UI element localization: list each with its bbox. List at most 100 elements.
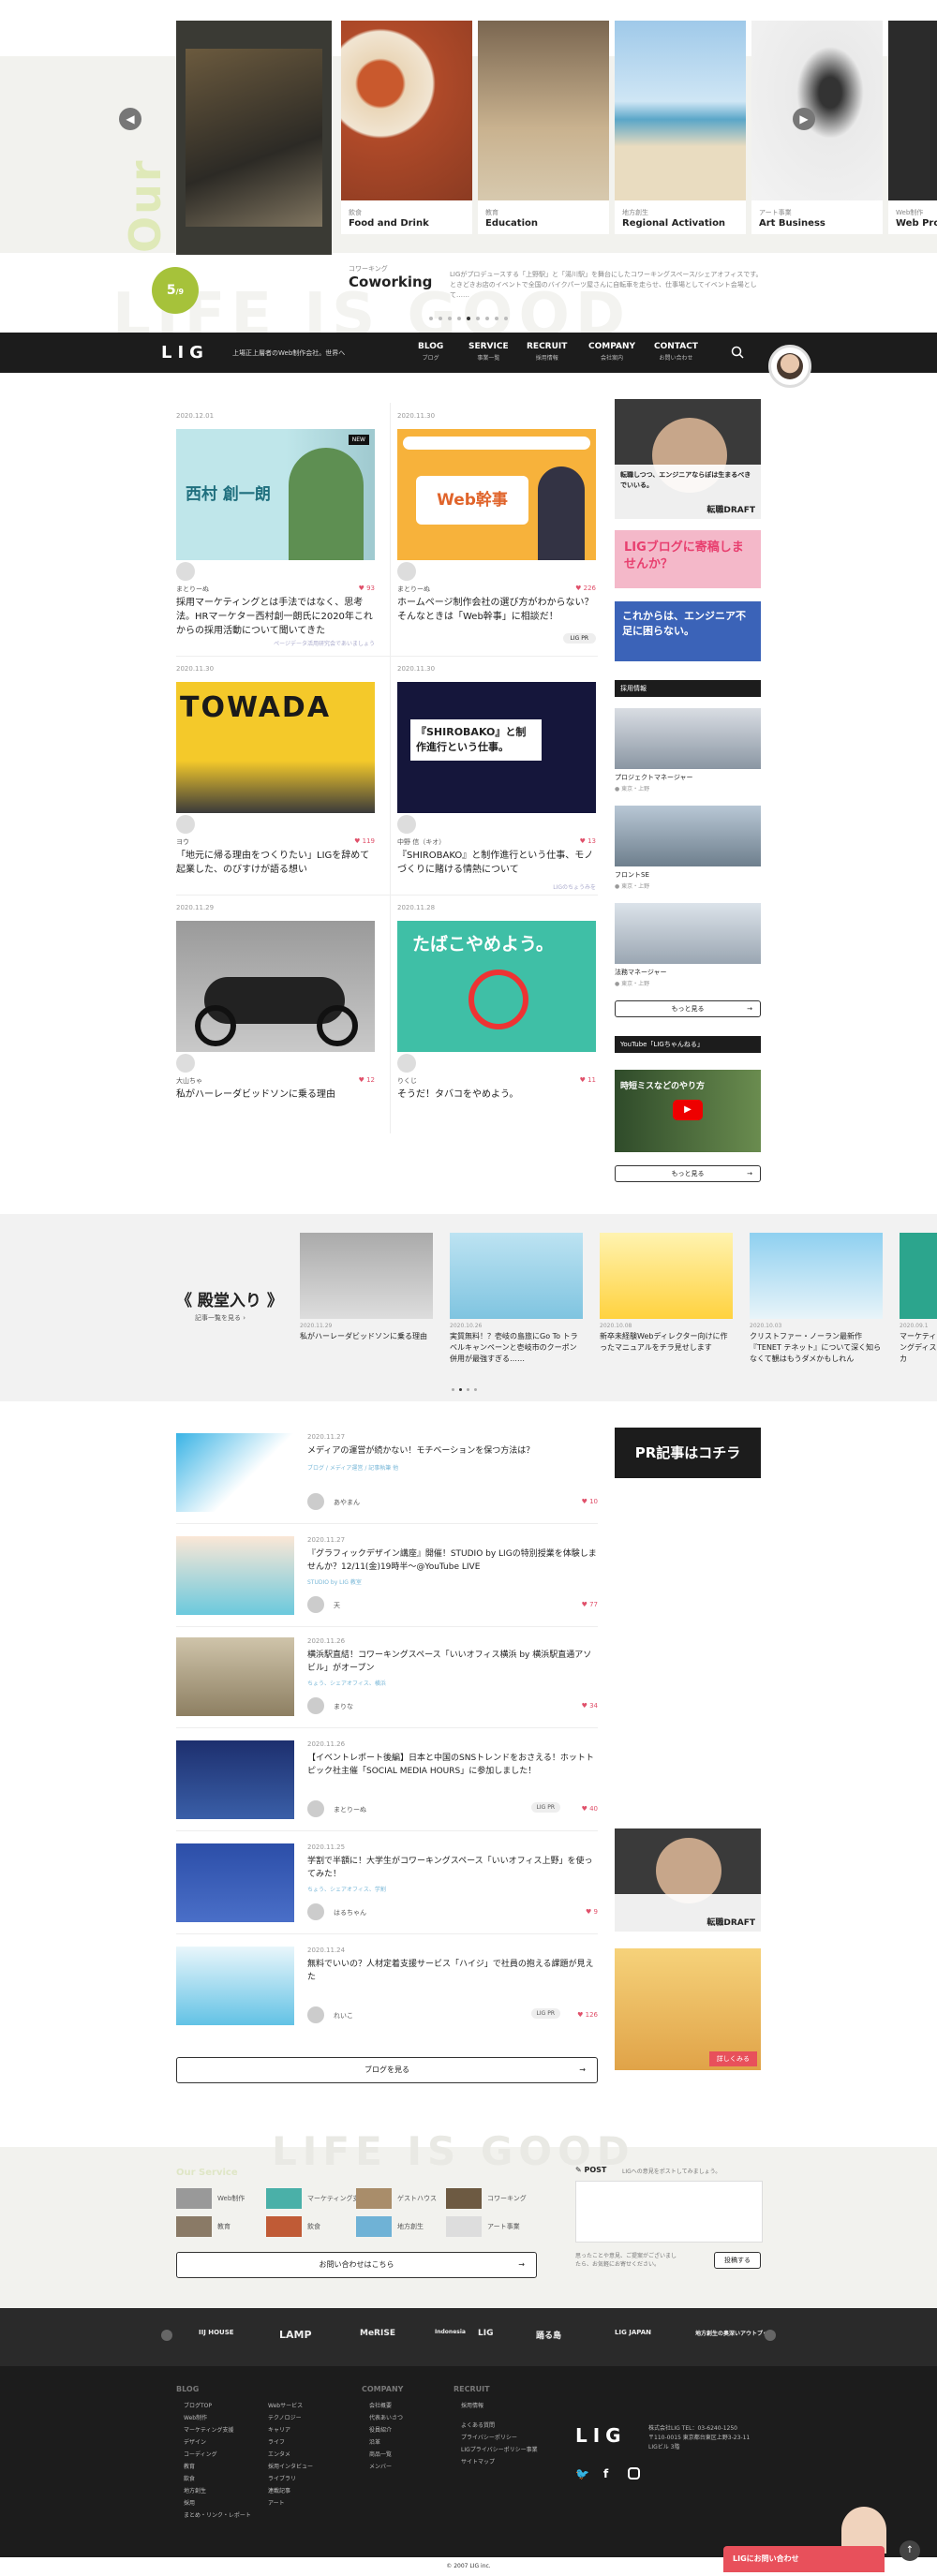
article-title[interactable]: そうだ！タバコをやめよう。 [397,1088,596,1102]
fame-card[interactable]: 2020.10.26 実質無料！？壱岐の島旅にGo To トラベルキャンペーンと壱… [450,1233,583,1365]
nav-company[interactable]: COMPANY 会社案内 [588,342,635,362]
footer-link[interactable]: キャリア [268,2424,313,2436]
service-link[interactable]: 教育 [176,2216,260,2237]
author-avatar[interactable] [307,1697,324,1714]
service-link[interactable]: マーケティング支援 [266,2188,365,2209]
author-avatar[interactable] [397,1054,416,1073]
partner-logo[interactable]: LIG JAPAN [615,2329,651,2336]
carousel-dot[interactable] [457,317,461,320]
user-avatar-button[interactable] [768,345,811,388]
footer-link[interactable]: ブログTOP [184,2400,251,2412]
list-tags[interactable]: ちょう、シェアオフィス、横浜 [307,1679,386,1687]
footer-link[interactable]: 会社概要 [369,2400,403,2412]
partner-prev-icon[interactable] [161,2330,172,2341]
author-name[interactable]: まりな [334,1702,353,1711]
pr-articles-banner[interactable]: PR記事はコチラ [615,1428,761,1478]
article-card[interactable]: 2020.11.28 たばこやめよう。 りくじ ♥ 11 そうだ！タバコをやめよ… [397,904,596,1110]
footer-link[interactable]: コーディング [184,2449,251,2461]
chat-contact-button[interactable]: LIGにお問い合わせ [723,2546,885,2572]
footer-link[interactable]: 教育 [184,2461,251,2473]
service-link[interactable]: アート事業 [446,2216,530,2237]
twitter-icon[interactable]: 🐦 [575,2467,589,2480]
fame-card[interactable]: 2020.09.1 マーケティングディスカ [900,1233,937,1365]
author-name[interactable]: まとりーぬ [397,585,430,594]
view-blog-button[interactable]: ブログを見る → [176,2057,598,2083]
list-item[interactable]: 2020.11.27 メディアの運営が続かない！モチベーションを保つ方法は？ ブ… [176,1433,598,1525]
author-avatar[interactable] [397,562,416,581]
fame-dot[interactable] [474,1388,477,1391]
footer-link[interactable]: デザイン [184,2436,251,2449]
partner-logo[interactable]: 地方創生の奥深いアウトプット [695,2329,774,2337]
footer-link[interactable]: サイトマップ [461,2456,538,2468]
youtube-more-button[interactable]: もっと見る → [615,1165,761,1182]
post-submit-button[interactable]: 投稿する [714,2252,761,2269]
instagram-icon[interactable] [628,2467,640,2480]
list-item[interactable]: 2020.11.26 横浜駅直結！コワーキングスペース「いいオフィス横浜 by … [176,1637,598,1729]
post-textarea[interactable] [575,2181,763,2243]
hero-slide-food[interactable]: 飲食 Food and Drink [341,21,472,234]
hero-slide-regional[interactable]: 地方創生 Regional Activation [615,21,746,234]
sidebar-ad-draft[interactable]: 転職しつつ、エンジニアならぼは生まるべきでいいる。 転職DRAFT [615,399,761,519]
article-card[interactable]: 2020.11.30 Web幹事 まとりーぬ ♥ 226 ホームページ制作会社の… [397,412,596,646]
carousel-dot[interactable] [439,317,442,320]
nav-contact[interactable]: CONTACT お問い合わせ [654,342,698,362]
carousel-dot[interactable] [429,317,433,320]
footer-link[interactable]: ライフ [268,2436,313,2449]
service-link[interactable]: 地方創生 [356,2216,440,2237]
footer-link[interactable]: 代表あいさつ [369,2412,403,2424]
author-avatar[interactable] [176,815,195,834]
facebook-icon[interactable]: f [603,2467,608,2480]
list-item[interactable]: 2020.11.26 【イベントレポート後編】日本と中国のSNSトレンドをおさえ… [176,1740,598,1832]
scroll-top-icon[interactable]: ↑ [900,2540,920,2561]
contact-button[interactable]: お問い合わせはこちら → [176,2252,537,2278]
footer-link[interactable]: 役員紹介 [369,2424,403,2436]
job-item[interactable]: プロジェクトマネージャー ● 東京・上野 [615,708,761,792]
service-link[interactable]: 飲食 [266,2216,350,2237]
fame-card[interactable]: 2020.10.08 新卒未経験Webディレクター向けに作ったマニュアルをチラ見せ… [600,1233,733,1354]
footer-link[interactable]: メンバー [369,2461,403,2473]
article-title[interactable]: 私がハーレーダビッドソンに乗る理由 [176,1088,375,1102]
fame-card[interactable]: 2020.11.29 私がハーレーダビッドソンに乗る理由 [300,1233,433,1342]
footer-link[interactable]: 商品一覧 [369,2449,403,2461]
sidebar-ad-contribute[interactable]: LIGブログに寄稿しませんか？ [615,530,761,588]
footer-link[interactable]: 連載記事 [268,2485,313,2497]
partner-logo[interactable]: MeRISE [360,2329,395,2338]
list-item[interactable]: 2020.11.27 『グラフィックデザイン講座』開催！STUDIO by LI… [176,1536,598,1628]
author-avatar[interactable] [307,1493,324,1510]
author-name[interactable]: 中野 信（キオ） [397,837,445,847]
author-name[interactable]: 大山ちゃ [176,1076,202,1086]
partner-logo[interactable]: IIJ HOUSE [199,2329,234,2336]
footer-link[interactable]: Webサービス [268,2400,313,2412]
hall-of-fame-more-link[interactable]: 記事一覧を見る › [195,1313,245,1323]
article-title[interactable]: 「地元に帰る理由をつくりたい」LIGを辞めて起業した、のびすけが語る想い [176,849,375,877]
fame-dot[interactable] [467,1388,469,1391]
footer-link[interactable]: 採用インタビュー [268,2461,313,2473]
author-avatar[interactable] [176,562,195,581]
hero-slide-education[interactable]: 教育 Education [478,21,609,234]
service-link[interactable]: ゲストハウス [356,2188,440,2209]
author-avatar[interactable] [176,1054,195,1073]
footer-link[interactable]: 飲食 [184,2473,251,2485]
carousel-dot-active[interactable] [467,317,470,320]
fame-dot[interactable] [459,1388,462,1391]
list-ad-merise[interactable]: 詳しくみる [615,1948,761,2070]
list-item[interactable]: 2020.11.24 無料でいいの？人材定着支援サービス「ハイジ」で社員の抱える… [176,1947,598,2038]
author-name[interactable]: あやまん [334,1498,360,1507]
carousel-dot[interactable] [448,317,452,320]
carousel-dot[interactable] [485,317,489,320]
sidebar-ad-engineer[interactable]: これからは、エンジニア不足に困らない。 [615,601,761,661]
article-sub-link[interactable]: ページデータ活用研究会であいましょう [274,639,375,647]
nav-recruit[interactable]: RECRUIT 採用情報 [527,342,567,362]
author-avatar[interactable] [307,1800,324,1817]
youtube-thumbnail[interactable]: 時短ミスなどのやり方 ▶ [615,1070,761,1152]
hero-main-slide[interactable] [176,21,332,255]
carousel-dot[interactable] [476,317,480,320]
footer-link[interactable]: まとめ・リンク・レポート [184,2509,251,2522]
partner-logo[interactable]: Indonesia [435,2329,466,2335]
footer-link[interactable]: Web制作 [184,2412,251,2424]
author-name[interactable]: りくじ [397,1076,417,1086]
partner-logo[interactable]: LAMP [279,2329,312,2341]
article-title[interactable]: 採用マーケティングとは手法ではなく、思考法。HRマーケター西村創一朗氏に2020… [176,596,375,638]
recruit-more-button[interactable]: もっと見る → [615,1000,761,1017]
footer-link[interactable]: テクノロジー [268,2412,313,2424]
